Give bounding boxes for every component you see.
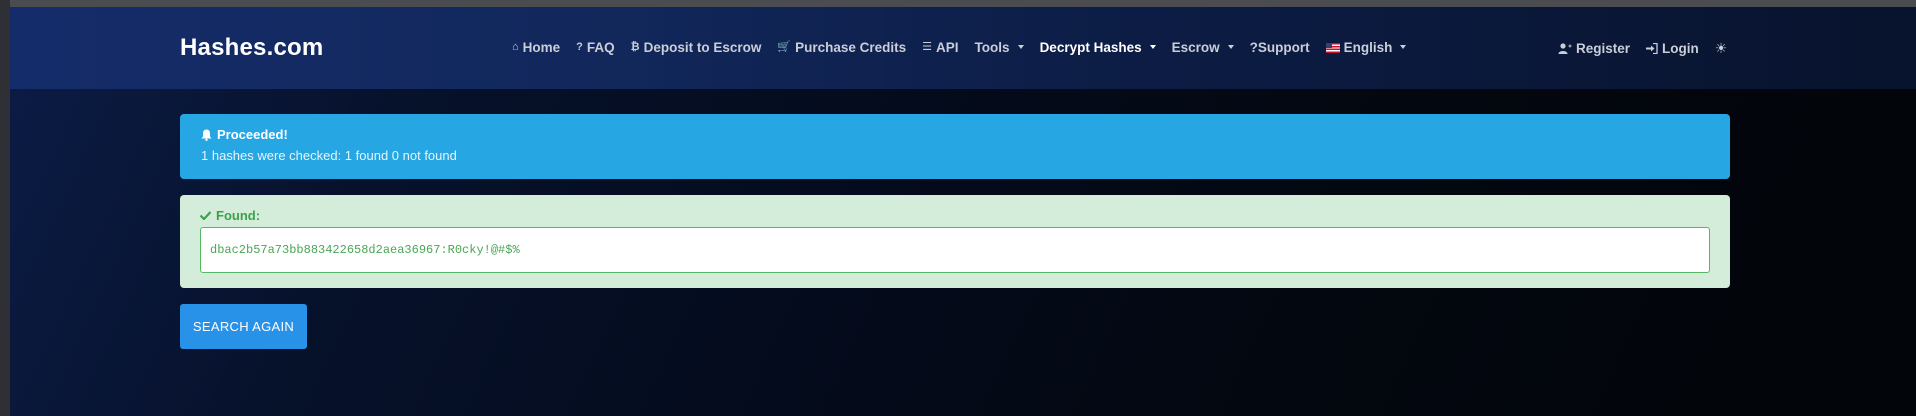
nav-purchase-credits[interactable]: 🛒 Purchase Credits	[769, 40, 914, 55]
nav-support-label: Support	[1257, 40, 1310, 55]
found-result-panel: Found: dbac2b57a73bb883422658d2aea36967:…	[180, 195, 1730, 288]
brand-logo[interactable]: Hashes.com	[180, 34, 323, 62]
window-top-strip	[0, 0, 1916, 7]
nav-home[interactable]: ⌂ Home	[504, 40, 568, 55]
check-icon	[200, 211, 211, 220]
found-title: Found:	[216, 208, 261, 223]
caret-down-icon	[1227, 44, 1234, 49]
question-icon: ?	[1249, 40, 1258, 55]
window-left-strip	[0, 0, 10, 416]
search-again-button[interactable]: SEARCH AGAIN	[180, 304, 307, 349]
nav-login[interactable]: Login	[1638, 41, 1707, 56]
us-flag-icon	[1325, 42, 1340, 53]
found-title-row: Found:	[200, 208, 1710, 223]
nav-tools-label: Tools	[974, 40, 1010, 55]
nav-api-label: API	[936, 40, 959, 55]
nav-language-dropdown[interactable]: English	[1318, 40, 1415, 55]
theme-toggle[interactable]: ☀	[1707, 40, 1736, 57]
cart-icon: 🛒	[777, 41, 792, 53]
found-result-field[interactable]: dbac2b57a73bb883422658d2aea36967:R0cky!@…	[200, 227, 1710, 273]
nav-tools-dropdown[interactable]: Tools	[967, 40, 1032, 55]
nav-faq-label: FAQ	[586, 40, 615, 55]
alert-message: 1 hashes were checked: 1 found 0 not fou…	[201, 148, 457, 163]
proceeded-alert: Proceeded! 1 hashes were checked: 1 foun…	[180, 114, 1730, 179]
caret-down-icon	[1149, 44, 1156, 49]
question-icon: ?	[576, 41, 583, 53]
nav-purchase-label: Purchase Credits	[795, 40, 907, 55]
home-icon: ⌂	[512, 41, 519, 53]
bitcoin-icon: ₿	[630, 41, 640, 53]
api-list-icon: ☰	[922, 41, 933, 53]
sign-in-icon	[1646, 43, 1658, 54]
main-nav: ⌂ Home ? FAQ ₿ Deposit to Escrow 🛒 Purch…	[504, 40, 1414, 55]
nav-deposit-escrow[interactable]: ₿ Deposit to Escrow	[623, 40, 770, 55]
caret-down-icon	[1017, 44, 1024, 49]
nav-language-label: English	[1343, 40, 1393, 55]
alert-title-row: Proceeded!	[201, 127, 1709, 142]
nav-register[interactable]: Register	[1550, 41, 1638, 56]
nav-register-label: Register	[1576, 41, 1631, 56]
bell-icon	[201, 129, 212, 141]
user-plus-icon	[1558, 43, 1572, 54]
sun-icon: ☀	[1714, 40, 1728, 56]
nav-login-label: Login	[1662, 41, 1699, 56]
navbar: Hashes.com ⌂ Home ? FAQ ₿ Deposit to Esc…	[10, 7, 1916, 89]
alert-title: Proceeded!	[217, 127, 288, 142]
nav-faq[interactable]: ? FAQ	[568, 40, 623, 55]
nav-decrypt-hashes-dropdown[interactable]: Decrypt Hashes	[1032, 40, 1164, 55]
nav-decrypt-label: Decrypt Hashes	[1039, 40, 1142, 55]
page: Hashes.com ⌂ Home ? FAQ ₿ Deposit to Esc…	[10, 7, 1916, 416]
nav-escrow-dropdown[interactable]: Escrow	[1164, 40, 1242, 55]
nav-deposit-label: Deposit to Escrow	[643, 40, 762, 55]
caret-down-icon	[1400, 44, 1407, 49]
nav-support[interactable]: ? Support	[1242, 40, 1318, 55]
nav-api[interactable]: ☰ API	[914, 40, 966, 55]
nav-escrow-label: Escrow	[1171, 40, 1220, 55]
account-nav: Register Login ☀	[1550, 40, 1735, 57]
nav-home-label: Home	[522, 40, 561, 55]
